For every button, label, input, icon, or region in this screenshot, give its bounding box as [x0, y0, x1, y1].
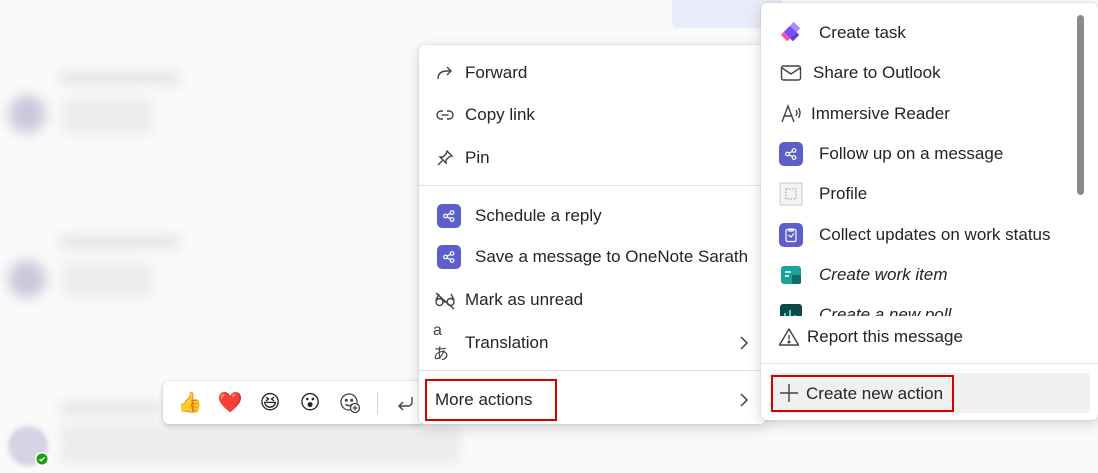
- warning-icon: [777, 325, 801, 349]
- menu-item-label: Mark as unread: [465, 290, 584, 309]
- chat-bubble: [62, 98, 152, 134]
- menu-divider: [419, 370, 766, 371]
- reaction-bar: 👍 ❤️ 😆 😮: [163, 381, 425, 424]
- menu-item-label: Translation: [465, 333, 549, 352]
- submenu-item-create-poll[interactable]: Create a new poll: [761, 295, 1084, 316]
- menu-item-translation[interactable]: aあ Translation: [419, 322, 766, 363]
- menu-item-copy-link[interactable]: Copy link: [419, 95, 766, 135]
- app-share-icon: [437, 245, 461, 269]
- message-context-menu: Forward Copy link Pin Schedule a reply S…: [419, 45, 766, 424]
- submenu-item-label: Report this message: [807, 327, 963, 346]
- more-actions-submenu: Create task Share to Outlook Immersive R…: [761, 3, 1098, 420]
- forward-icon: [433, 61, 457, 85]
- clipboard-app-icon: [779, 223, 803, 247]
- smiley-add-icon[interactable]: [333, 386, 367, 420]
- menu-item-schedule-reply[interactable]: Schedule a reply: [419, 196, 766, 236]
- submenu-item-report[interactable]: Report this message: [761, 317, 1084, 357]
- submenu-item-label: Create a new poll: [819, 305, 952, 316]
- presence-available-icon: [35, 452, 49, 466]
- menu-divider: [419, 185, 766, 186]
- submenu-item-follow-up[interactable]: Follow up on a message: [761, 134, 1084, 174]
- chevron-right-icon: [736, 334, 750, 357]
- menu-divider: [761, 363, 1098, 364]
- menu-item-label: Save a message to OneNote Sarath: [475, 247, 749, 266]
- heart-emoji[interactable]: ❤️: [213, 386, 247, 420]
- submenu-scroll-area[interactable]: Create task Share to Outlook Immersive R…: [761, 3, 1098, 316]
- sender-line: [60, 402, 160, 414]
- menu-item-label: Forward: [465, 63, 528, 82]
- chat-bubble: [62, 262, 152, 298]
- reply-arrow-icon[interactable]: [388, 392, 422, 414]
- submenu-item-label: Follow up on a message: [819, 144, 1004, 163]
- submenu-item-collect-updates[interactable]: Collect updates on work status: [761, 215, 1084, 255]
- chevron-right-icon: [736, 391, 750, 414]
- sender-line: [60, 236, 180, 248]
- submenu-item-label: Create task: [819, 23, 906, 42]
- glasses-off-icon: [433, 288, 457, 312]
- laughing-emoji[interactable]: 😆: [253, 386, 287, 420]
- pin-icon: [433, 146, 457, 170]
- profile-app-icon: [779, 182, 803, 206]
- submenu-item-label: Profile: [819, 184, 868, 203]
- surprised-emoji[interactable]: 😮: [293, 386, 327, 420]
- avatar: [8, 95, 46, 133]
- highlight-box-create-new-action: [771, 375, 954, 412]
- submenu-item-immersive-reader[interactable]: Immersive Reader: [761, 94, 1084, 134]
- submenu-item-create-work-item[interactable]: Create work item: [761, 255, 1084, 295]
- app-share-icon: [779, 142, 803, 166]
- menu-item-forward[interactable]: Forward: [419, 53, 766, 93]
- work-item-app-icon: [779, 263, 803, 287]
- menu-item-pin[interactable]: Pin: [419, 138, 766, 178]
- menu-item-label: Pin: [465, 148, 490, 167]
- menu-item-save-onenote[interactable]: Save a message to OneNote Sarath: [419, 237, 766, 277]
- submenu-item-label: Share to Outlook: [813, 63, 941, 82]
- link-icon: [433, 103, 457, 127]
- menu-item-label: Schedule a reply: [475, 206, 602, 225]
- submenu-item-profile[interactable]: Profile: [761, 174, 1084, 214]
- submenu-scrollbar[interactable]: [1077, 15, 1084, 195]
- submenu-item-label: Collect updates on work status: [819, 225, 1051, 244]
- submenu-item-create-task[interactable]: Create task: [761, 13, 1084, 53]
- immersive-reader-icon: [779, 102, 803, 126]
- submenu-item-label: Immersive Reader: [811, 104, 950, 123]
- submenu-item-label: Create work item: [819, 265, 948, 284]
- menu-item-mark-unread[interactable]: Mark as unread: [419, 280, 766, 320]
- sender-line: [60, 72, 180, 84]
- app-share-icon: [437, 204, 461, 228]
- thumbs-up-emoji[interactable]: 👍: [173, 386, 207, 420]
- poll-app-icon: [779, 303, 803, 316]
- avatar: [8, 260, 46, 298]
- translate-icon: aあ: [433, 322, 450, 363]
- mail-icon: [779, 61, 803, 85]
- chat-bubble: [60, 424, 460, 464]
- highlight-box-more-actions: [425, 379, 557, 421]
- menu-item-label: Copy link: [465, 105, 535, 124]
- planner-icon: [779, 21, 803, 45]
- reaction-bar-divider: [377, 391, 378, 414]
- submenu-item-share-outlook[interactable]: Share to Outlook: [761, 53, 1084, 93]
